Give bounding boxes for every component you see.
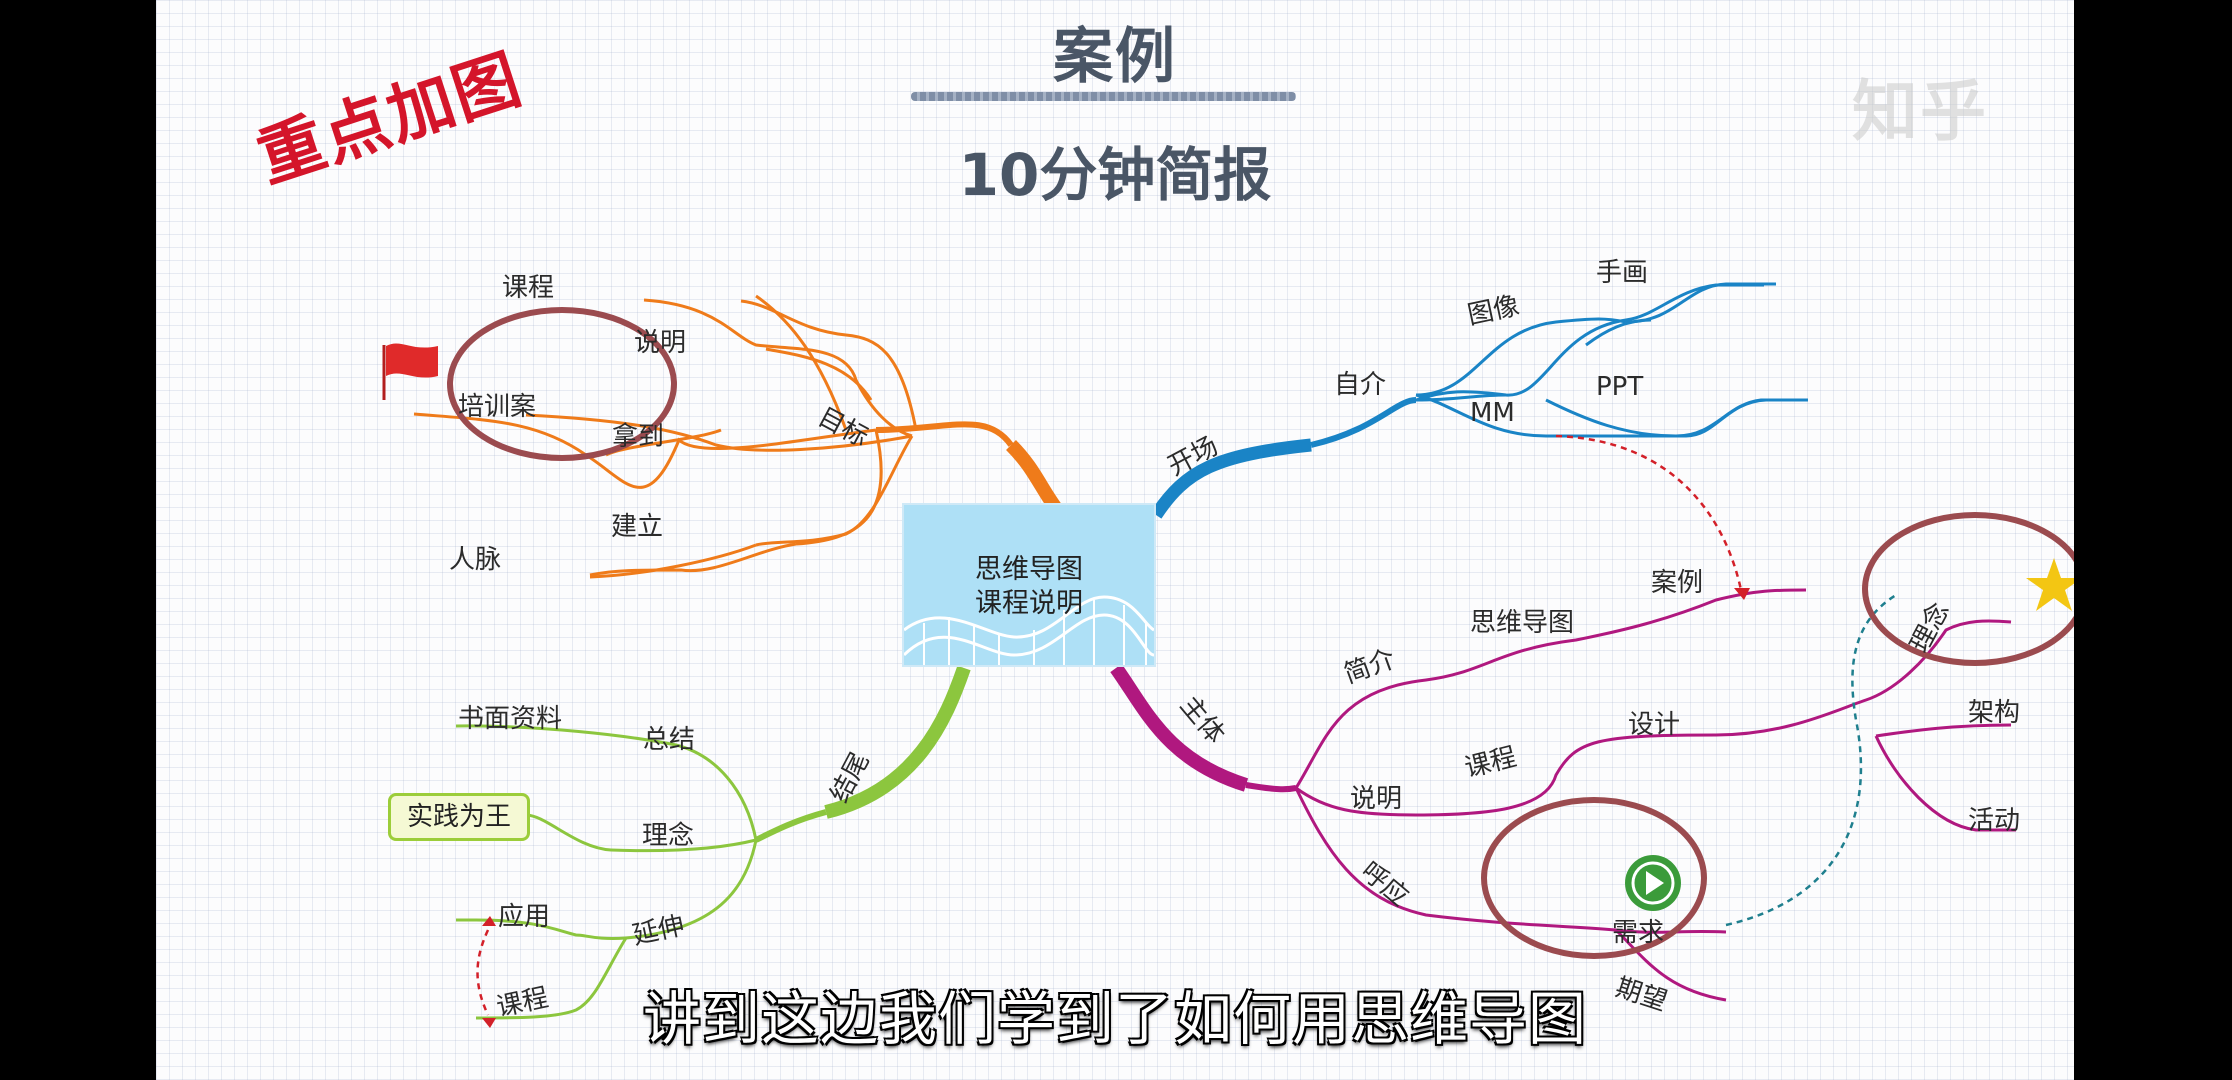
central-topic-text: 思维导图 课程说明 — [904, 553, 1154, 621]
node-ending-summary: 总结 — [643, 725, 696, 755]
node-opening-mm: MM — [1470, 398, 1515, 428]
node-body-need: 需求 — [1612, 918, 1665, 948]
body-branch-lines — [1110, 588, 2016, 1002]
node-goal-build: 建立 — [611, 512, 664, 542]
node-body-mindmap: 思维导图 — [1470, 608, 1575, 638]
node-goal-course: 课程 — [502, 273, 555, 303]
node-opening-hand: 手画 — [1596, 258, 1649, 288]
node-opening-ppt: PPT — [1596, 372, 1644, 402]
node-goal-network: 人脉 — [449, 545, 502, 575]
badge-practice-king: 实践为王 — [388, 793, 530, 841]
star-icon — [2026, 558, 2074, 611]
central-topic: 思维导图 课程说明 — [902, 503, 1156, 667]
central-topic-line1: 思维导图 — [975, 554, 1083, 585]
watermark-logo: 知乎 — [1852, 73, 1988, 150]
slide: 案例 10分钟简报 重点加图 知乎 思维导图 课程说明 目标 课程 说明 培训案… — [156, 0, 2074, 1080]
node-goal-obtain: 拿到 — [612, 422, 665, 452]
node-body-explain: 说明 — [1350, 784, 1403, 814]
node-opening-intro: 自介 — [1334, 370, 1387, 400]
dashed-connector-teal — [1725, 593, 1897, 927]
dashed-arrow-mm-case — [1555, 434, 1743, 591]
play-icon — [1625, 855, 1681, 911]
video-subtitle-caption: 讲到这边我们学到了如何用思维导图 — [642, 985, 1587, 1053]
node-goal-training: 培训案 — [458, 392, 537, 422]
flag-icon — [382, 343, 438, 400]
node-goal-explain: 说明 — [634, 328, 687, 358]
node-body-structure: 架构 — [1968, 698, 2021, 728]
node-ending-written: 书面资料 — [458, 704, 563, 734]
node-body-case: 案例 — [1651, 568, 1704, 598]
central-topic-line2: 课程说明 — [975, 588, 1083, 619]
node-body-design: 设计 — [1628, 710, 1681, 740]
title-underline — [911, 92, 1296, 101]
node-ending-concept: 理念 — [642, 821, 695, 851]
node-body-activity: 活动 — [1968, 806, 2021, 836]
node-ending-apply: 应用 — [498, 902, 551, 932]
